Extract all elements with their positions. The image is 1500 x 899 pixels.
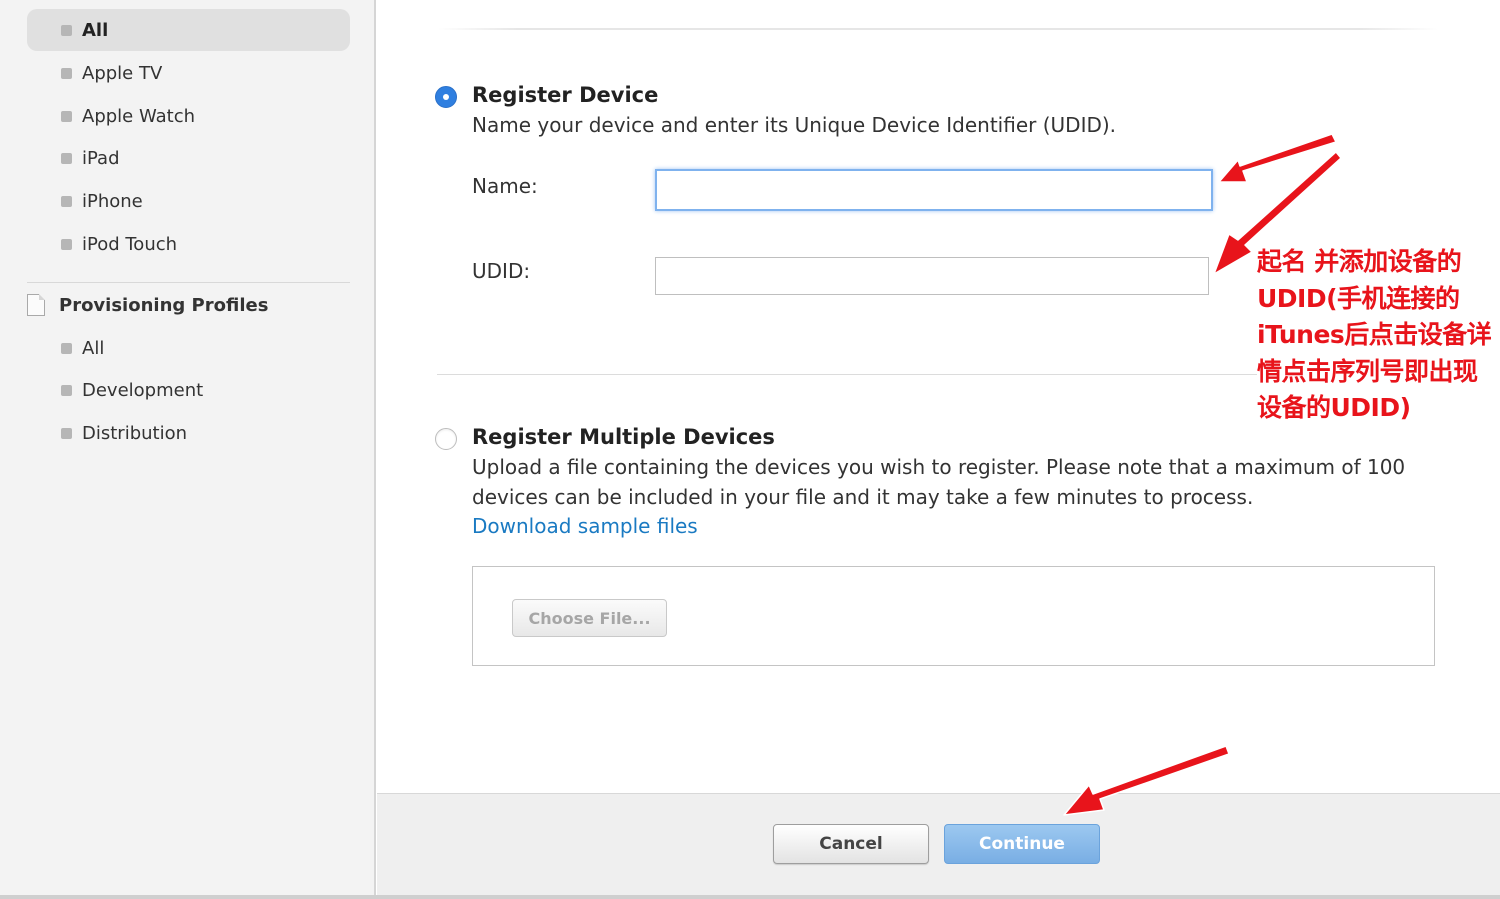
register-multiple-radio[interactable]: [435, 428, 457, 450]
register-device-description: Name your device and enter its Unique De…: [472, 113, 1117, 137]
sidebar-item-label: All: [82, 337, 105, 359]
udid-label: UDID:: [472, 259, 531, 283]
bullet-icon: [61, 152, 72, 164]
sidebar-item-all-devices[interactable]: All: [27, 9, 350, 51]
sidebar: All Apple TV Apple Watch iPad iPhone iPo…: [0, 0, 376, 895]
sidebar-item-ipod-touch[interactable]: iPod Touch: [27, 223, 350, 265]
window-bottom-edge: [0, 895, 1500, 899]
continue-button[interactable]: Continue: [944, 824, 1100, 864]
bullet-icon: [61, 67, 72, 79]
sidebar-divider: [27, 282, 350, 283]
sidebar-item-iphone[interactable]: iPhone: [27, 180, 350, 222]
footer-bar: [377, 793, 1500, 895]
sidebar-item-label: Distribution: [82, 422, 188, 444]
sidebar-item-label: Apple TV: [82, 62, 163, 84]
arrow-to-name-field: [1218, 133, 1337, 183]
register-device-radio[interactable]: [435, 86, 457, 108]
register-device-title: Register Device: [472, 83, 659, 107]
udid-input[interactable]: [655, 257, 1209, 295]
document-icon: [27, 294, 45, 316]
annotation-text: 起名 并添加设备的UDID(手机连接的iTunes后点击设备详情点击序列号即出现…: [1257, 247, 1492, 422]
sidebar-item-label: Apple Watch: [82, 105, 196, 127]
sidebar-item-label: Development: [82, 379, 204, 401]
bullet-icon: [61, 24, 72, 36]
sidebar-item-label: iPad: [82, 147, 120, 169]
section-divider: [437, 374, 1257, 375]
bullet-icon: [61, 342, 72, 354]
section-title: Provisioning Profiles: [59, 294, 269, 316]
cancel-button[interactable]: Cancel: [773, 824, 929, 864]
sidebar-item-profiles-all[interactable]: All: [27, 327, 350, 369]
sidebar-item-label: All: [82, 19, 109, 41]
bullet-icon: [61, 110, 72, 122]
sidebar-item-apple-tv[interactable]: Apple TV: [27, 52, 350, 94]
sidebar-item-development[interactable]: Development: [27, 369, 350, 411]
register-multiple-title: Register Multiple Devices: [472, 425, 775, 449]
bullet-icon: [61, 238, 72, 250]
bullet-icon: [61, 384, 72, 396]
sidebar-item-distribution[interactable]: Distribution: [27, 412, 350, 454]
choose-file-button[interactable]: Choose File...: [512, 599, 667, 637]
sidebar-item-label: iPod Touch: [82, 233, 178, 255]
download-sample-files-link[interactable]: Download sample files: [472, 514, 698, 538]
name-label: Name:: [472, 174, 538, 198]
provisioning-profiles-header[interactable]: Provisioning Profiles: [27, 290, 268, 320]
top-divider: [438, 28, 1438, 30]
bullet-icon: [61, 427, 72, 439]
bullet-icon: [61, 195, 72, 207]
sidebar-item-label: iPhone: [82, 190, 143, 212]
sidebar-item-ipad[interactable]: iPad: [27, 137, 350, 179]
sidebar-item-apple-watch[interactable]: Apple Watch: [27, 95, 350, 137]
name-input[interactable]: [655, 169, 1213, 211]
register-multiple-description: Upload a file containing the devices you…: [472, 455, 1406, 509]
